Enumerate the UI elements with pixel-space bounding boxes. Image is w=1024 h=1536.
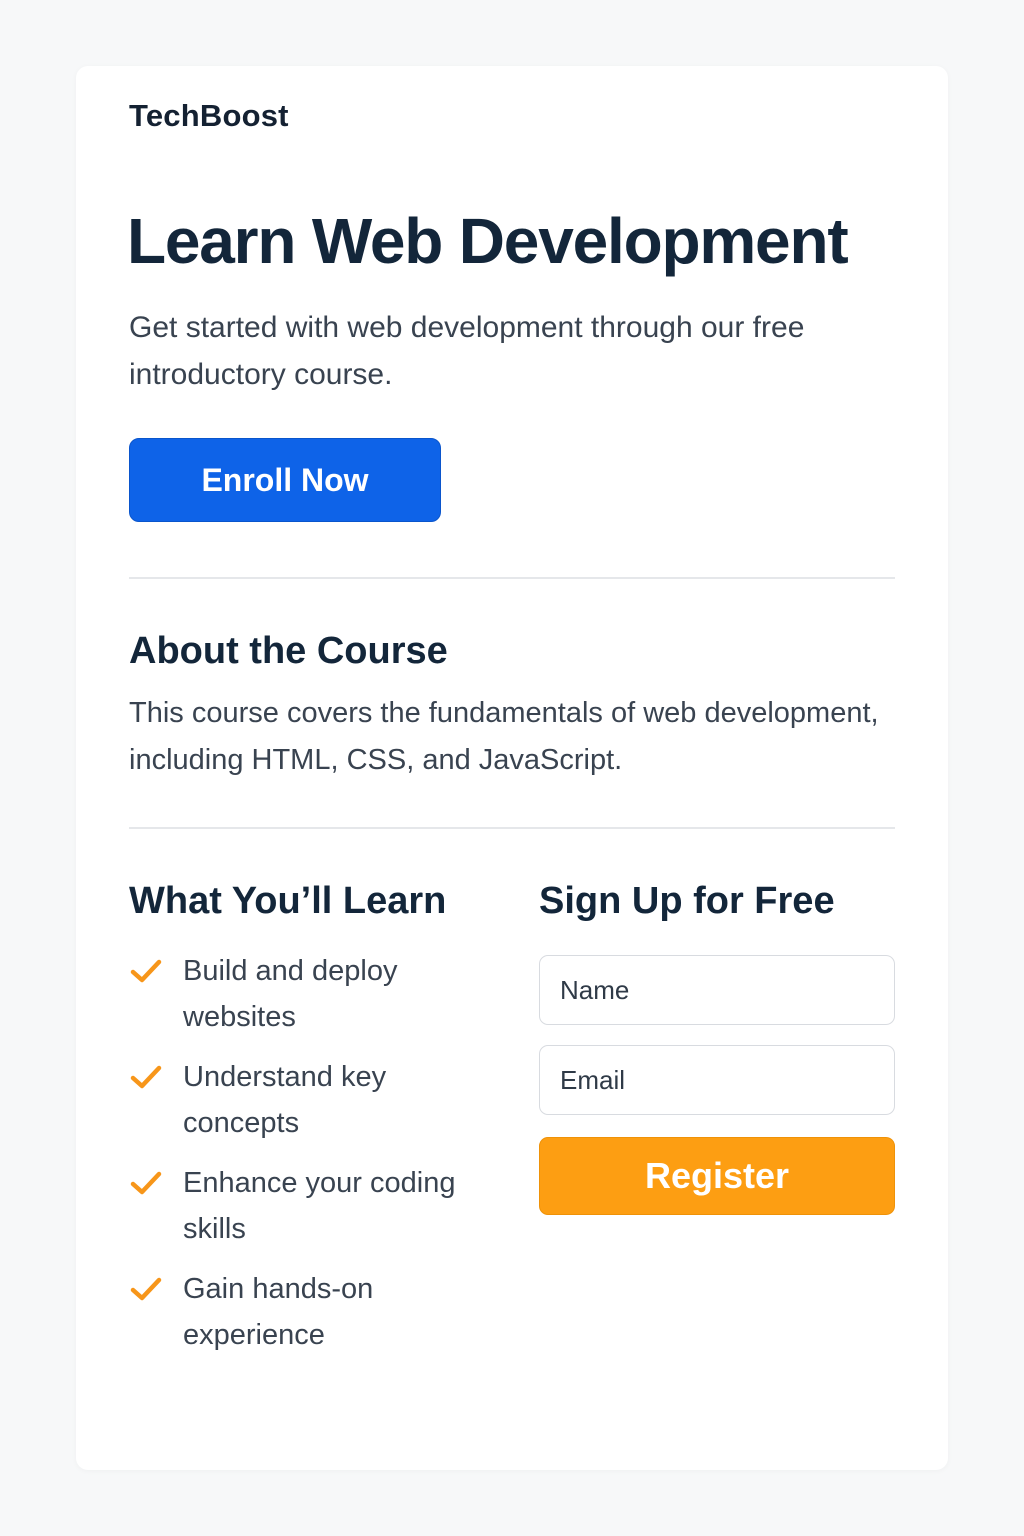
learn-item: Enhance your coding skills xyxy=(129,1160,509,1252)
learn-item-label: Understand key concepts xyxy=(183,1061,387,1139)
about-title: About the Course xyxy=(129,630,448,672)
check-icon xyxy=(130,959,162,983)
learn-list: Build and deploy websites Understand key… xyxy=(129,948,509,1372)
learn-item: Gain hands-on experience xyxy=(129,1266,509,1358)
learn-item-label: Enhance your coding skills xyxy=(183,1167,456,1245)
email-field[interactable] xyxy=(539,1045,895,1115)
learn-item: Understand key concepts xyxy=(129,1054,509,1146)
hero-title: Learn Web Development xyxy=(127,205,849,277)
hero-subtitle: Get started with web development through… xyxy=(129,311,805,391)
learn-title: What You’ll Learn xyxy=(129,880,447,922)
learn-item-label: Gain hands-on experience xyxy=(183,1273,374,1351)
learn-item: Build and deploy websites xyxy=(129,948,509,1040)
check-icon xyxy=(130,1171,162,1195)
name-field[interactable] xyxy=(539,955,895,1025)
check-icon xyxy=(130,1277,162,1301)
section-divider xyxy=(129,827,895,829)
check-icon xyxy=(130,1065,162,1089)
section-divider xyxy=(129,577,895,579)
brand-logo: TechBoost xyxy=(129,98,289,133)
register-button[interactable]: Register xyxy=(539,1137,895,1215)
learn-item-label: Build and deploy websites xyxy=(183,955,398,1033)
signup-title: Sign Up for Free xyxy=(539,880,835,922)
enroll-now-button[interactable]: Enroll Now xyxy=(129,438,441,522)
about-text: This course covers the fundamentals of w… xyxy=(129,697,879,776)
